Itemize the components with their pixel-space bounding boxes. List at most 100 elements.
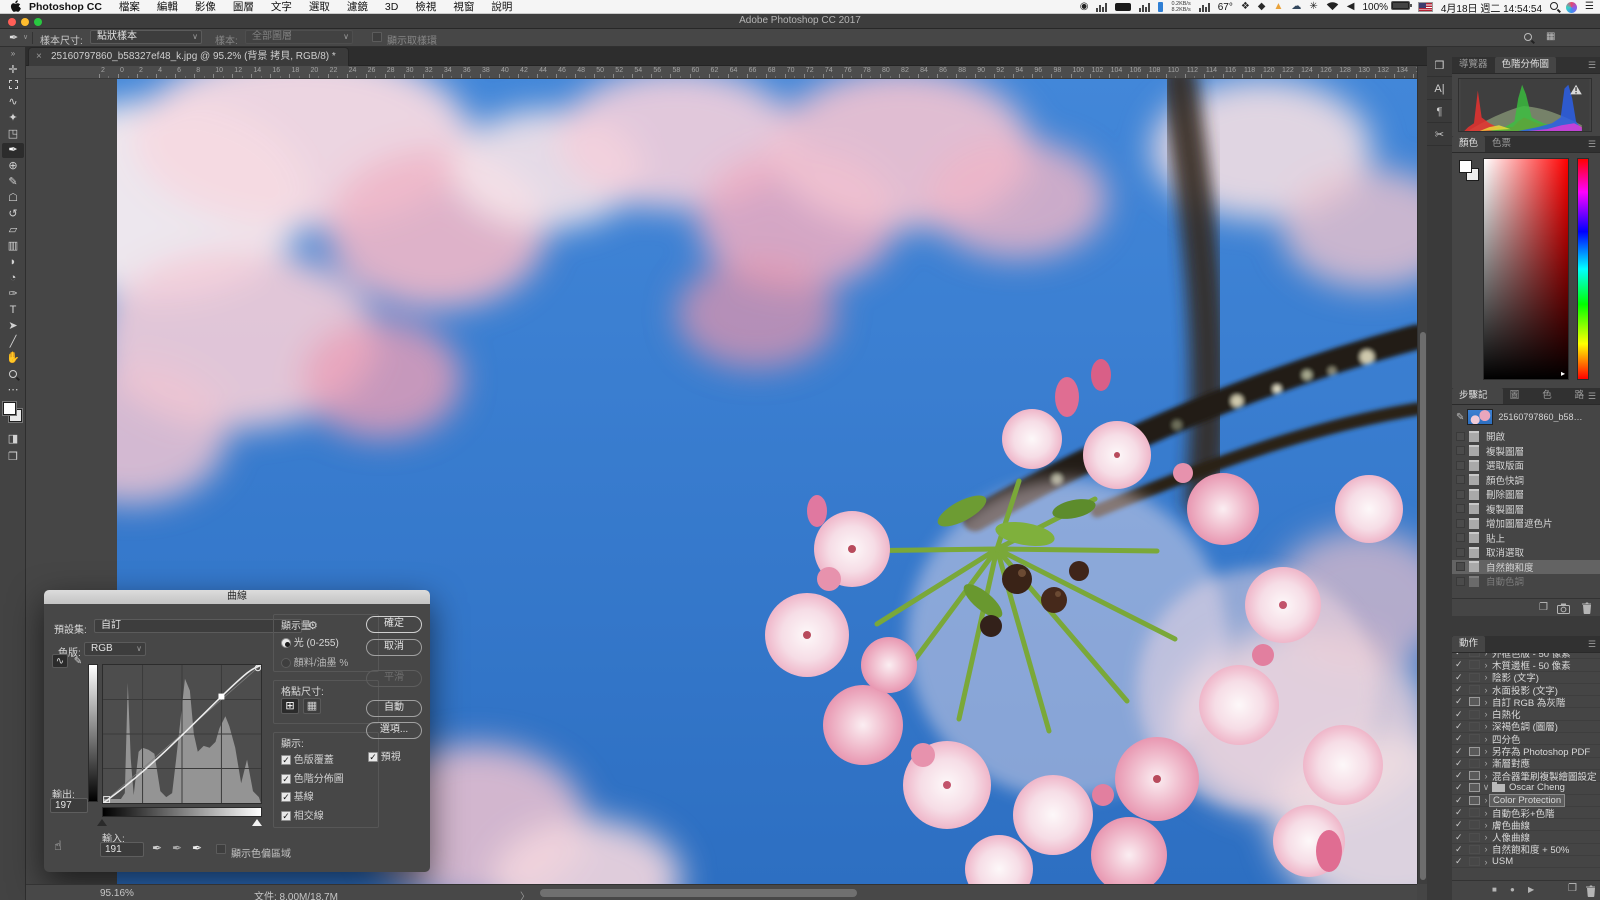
show-check-2[interactable]: ✓ 基線 — [281, 788, 314, 803]
panel-menu-icon[interactable]: ☰ — [1588, 391, 1596, 402]
cut-panel-icon[interactable]: ✂ — [1427, 124, 1452, 146]
menu-11[interactable]: 說明 — [491, 0, 512, 14]
input-value-field[interactable]: 191 — [100, 842, 144, 857]
spotlight-icon[interactable] — [1550, 2, 1558, 13]
play-selection-icon[interactable]: ▶ — [1528, 885, 1534, 894]
action-row[interactable]: ✓›USM — [1452, 856, 1600, 868]
saturation-brightness-field[interactable] — [1483, 158, 1569, 380]
panel-menu-icon[interactable]: ☰ — [1588, 139, 1596, 150]
history-brush-source-icon[interactable]: ✎ — [1456, 412, 1464, 423]
history-state-row[interactable]: 增加圖層遮色片 — [1452, 516, 1600, 531]
eyedropper-tool[interactable]: ✒ — [2, 143, 24, 158]
history-state-row[interactable]: 複製圖層 — [1452, 502, 1600, 517]
path-select-tool[interactable]: ➤ — [2, 319, 24, 334]
menu-4[interactable]: 圖層 — [233, 0, 254, 14]
history-state-row[interactable]: 自動色調 — [1452, 574, 1600, 589]
line-tool[interactable]: ╱ — [2, 335, 24, 350]
history-state-row[interactable]: 複製圖層 — [1452, 444, 1600, 459]
foreground-color-swatch[interactable] — [3, 402, 16, 415]
cpu-meter-icon[interactable] — [1096, 3, 1107, 12]
tab-navigator[interactable]: 導覽器 — [1452, 57, 1495, 73]
new-snapshot-icon[interactable] — [1557, 601, 1570, 619]
tab-channels[interactable]: 色版 — [1535, 388, 1567, 404]
app-status-icon[interactable]: ◆ — [1258, 0, 1266, 14]
marquee-tool[interactable] — [2, 79, 24, 94]
siri-icon[interactable] — [1566, 2, 1577, 13]
hand-tool[interactable]: ✋ — [2, 351, 24, 366]
temp-meter-icon[interactable] — [1199, 3, 1210, 12]
menu-8[interactable]: 3D — [385, 1, 398, 13]
menu-5[interactable]: 文字 — [271, 0, 292, 14]
new-doc-from-state-icon[interactable]: ❐ — [1539, 602, 1548, 613]
brush-tool[interactable]: ✎ — [2, 175, 24, 190]
memory-meter-icon[interactable] — [1139, 3, 1150, 12]
input-language-flag[interactable] — [1418, 2, 1433, 12]
history-state-row[interactable]: 取消選取 — [1452, 545, 1600, 560]
edit-points-curve-icon[interactable]: ∿ — [52, 654, 68, 668]
new-action-icon[interactable]: ❐ — [1568, 883, 1577, 894]
history-state-row[interactable]: 開啟 — [1452, 429, 1600, 444]
menu-2[interactable]: 編輯 — [157, 0, 178, 14]
ok-button[interactable]: 確定 — [366, 616, 422, 633]
temperature-value[interactable]: 67° — [1218, 2, 1233, 13]
menubar-clock[interactable]: 4月18日 週二 14:54:54 — [1441, 0, 1542, 15]
history-state-row[interactable]: 貼上 — [1452, 531, 1600, 546]
output-value-field[interactable]: 197 — [50, 798, 88, 813]
fan-icon[interactable]: ✳ — [1309, 0, 1317, 14]
healing-brush-tool[interactable]: ⊕ — [2, 159, 24, 174]
menu-3[interactable]: 影像 — [195, 0, 216, 14]
history-state-row[interactable]: 選取版面 — [1452, 458, 1600, 473]
tab-color[interactable]: 顏色 — [1452, 136, 1485, 152]
quick-mask-icon[interactable]: ◨ — [2, 432, 24, 447]
show-check-3[interactable]: ✓ 相交線 — [281, 807, 324, 822]
wifi-icon[interactable] — [1326, 1, 1339, 14]
hue-slider[interactable] — [1577, 158, 1589, 380]
show-check-1[interactable]: ✓ 色階分佈圖 — [281, 770, 344, 785]
history-state-row[interactable]: 刪除圖層 — [1452, 487, 1600, 502]
begin-recording-icon[interactable]: ● — [1510, 885, 1515, 894]
action-row[interactable]: ✓›深褐色調 (圖層) — [1452, 721, 1600, 733]
draw-curve-pencil-icon[interactable]: ✎ — [70, 654, 86, 668]
menu-app[interactable]: Photoshop CC — [29, 1, 102, 13]
workspace-switcher-icon[interactable]: ▦ — [1546, 31, 1555, 42]
history-state-row[interactable]: 顏色快調 — [1452, 473, 1600, 488]
menu-7[interactable]: 濾鏡 — [347, 0, 368, 14]
auto-button[interactable]: 自動 — [366, 700, 422, 717]
preset-dropdown[interactable]: 自訂∨ — [94, 619, 302, 633]
history-state-row[interactable]: 自然飽和度 — [1452, 560, 1600, 575]
gray-eyedropper-icon[interactable]: ✒ — [172, 841, 182, 855]
tab-history[interactable]: 步驟記錄 — [1452, 388, 1503, 404]
gradient-tool[interactable]: ▥ — [2, 239, 24, 254]
apple-menu-icon[interactable] — [10, 0, 21, 13]
pen-tool[interactable]: ✑ — [2, 287, 24, 302]
black-eyedropper-icon[interactable]: ✒ — [152, 841, 162, 855]
volume-icon[interactable]: ◀ — [1347, 0, 1355, 14]
detailed-grid-button[interactable]: ▦ — [303, 698, 321, 714]
network-meter[interactable]: 0.2KB/s8.2KB/s — [1171, 1, 1190, 13]
action-row[interactable]: ✓›混合器筆刷複製繪圖設定 — [1452, 770, 1600, 782]
action-set-row[interactable]: ✓∨Oscar Cheng — [1452, 782, 1600, 794]
menu-10[interactable]: 視窗 — [453, 0, 474, 14]
tab-layers[interactable]: 圖層 — [1503, 388, 1535, 404]
screen-mode-icon[interactable]: ❐ — [2, 450, 24, 465]
menu-1[interactable]: 檔案 — [119, 0, 140, 14]
menu-9[interactable]: 檢視 — [415, 0, 436, 14]
options-button[interactable]: 選項... — [366, 722, 422, 739]
curve-point-selected[interactable] — [218, 694, 224, 700]
horizontal-scrollbar-thumb[interactable] — [540, 889, 857, 897]
pigment-radio[interactable]: 顏料/油墨 % — [281, 654, 348, 669]
show-check-0[interactable]: ✓ 色版覆蓋 — [281, 751, 334, 766]
status-chevron-icon[interactable]: 〉 — [520, 888, 530, 900]
color-panel-foreground-swatch[interactable] — [1459, 160, 1472, 173]
cancel-button[interactable]: 取消 — [366, 639, 422, 656]
curve-grid[interactable] — [102, 664, 262, 804]
crop-tool[interactable]: ◳ — [2, 127, 24, 142]
history-snapshot-row[interactable]: ✎ 25160797860_b58327ef4... — [1452, 407, 1600, 427]
clone-source-panel-icon[interactable]: ❒ — [1427, 55, 1452, 77]
simple-grid-button[interactable]: ⊞ — [281, 698, 299, 714]
channel-dropdown[interactable]: RGB∨ — [84, 642, 146, 656]
stop-playing-icon[interactable]: ■ — [1492, 885, 1497, 894]
more-tools[interactable]: ⋯ — [2, 383, 24, 398]
character-panel-icon[interactable]: A| — [1427, 78, 1452, 100]
battery-indicator[interactable]: 100% — [1363, 1, 1410, 13]
